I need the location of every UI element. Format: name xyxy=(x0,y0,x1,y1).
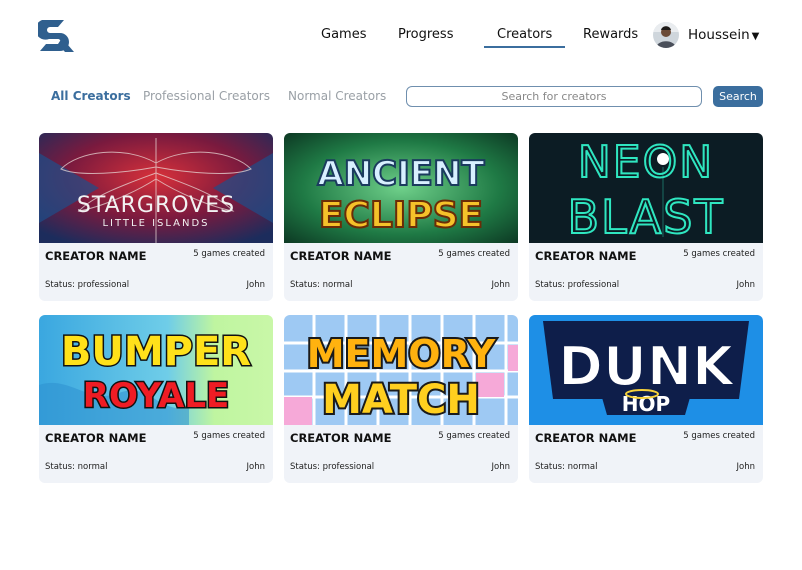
creator-card[interactable]: BUMPER ROYALE CREATOR NAME 5 games creat… xyxy=(39,315,273,483)
nav-creators[interactable]: Creators xyxy=(483,27,566,48)
creator-name: CREATOR NAME xyxy=(535,249,637,263)
top-nav: Games Progress Creators Rewards Houssein… xyxy=(0,0,802,70)
caret-down-icon: ▼ xyxy=(751,31,760,42)
games-count: 5 games created xyxy=(193,431,265,441)
filter-all-creators[interactable]: All Creators xyxy=(51,89,131,103)
creator-user: John xyxy=(246,462,265,472)
creator-user: John xyxy=(736,462,755,472)
creator-name: CREATOR NAME xyxy=(45,249,147,263)
user-avatar[interactable] xyxy=(653,22,679,48)
search-input[interactable] xyxy=(406,86,702,107)
game-subtitle: ROYALE xyxy=(83,376,229,416)
user-menu[interactable]: Houssein ▼ xyxy=(688,27,759,43)
filter-professional-creators[interactable]: Professional Creators xyxy=(143,89,270,103)
game-thumbnail: MEMORY MATCH xyxy=(284,315,518,425)
nav-games[interactable]: Games xyxy=(321,27,366,42)
creator-status: Status: professional xyxy=(45,280,130,290)
creator-card[interactable]: STARGROVES LITTLE ISLANDS CREATOR NAME 5… xyxy=(39,133,273,301)
game-title: STARGROVES xyxy=(77,193,235,218)
game-subtitle: ECLIPSE xyxy=(319,195,483,236)
creator-card[interactable]: DUNK HOP CREATOR NAME 5 games created St… xyxy=(529,315,763,483)
creator-status: Status: professional xyxy=(290,462,375,472)
creator-user: John xyxy=(246,280,265,290)
game-thumbnail: BUMPER ROYALE xyxy=(39,315,273,425)
game-title: MEMORY xyxy=(307,332,496,376)
creator-status: Status: professional xyxy=(535,280,620,290)
game-subtitle: LITTLE ISLANDS xyxy=(102,218,209,229)
games-count: 5 games created xyxy=(438,431,510,441)
games-count: 5 games created xyxy=(438,249,510,259)
creator-name: CREATOR NAME xyxy=(290,431,392,445)
game-subtitle: BLAST xyxy=(567,190,724,243)
games-count: 5 games created xyxy=(193,249,265,259)
nav-rewards[interactable]: Rewards xyxy=(583,27,638,42)
creator-card[interactable]: ANCIENT ECLIPSE CREATOR NAME 5 games cre… xyxy=(284,133,518,301)
game-thumbnail: DUNK HOP xyxy=(529,315,763,425)
game-title: DUNK xyxy=(558,335,736,398)
creator-status: Status: normal xyxy=(290,280,353,290)
nav-progress[interactable]: Progress xyxy=(398,27,453,42)
filter-normal-creators[interactable]: Normal Creators xyxy=(288,89,386,103)
creator-status: Status: normal xyxy=(45,462,108,472)
game-thumbnail: ANCIENT ECLIPSE xyxy=(284,133,518,243)
game-thumbnail: NEON BLAST xyxy=(529,133,763,243)
creator-name: CREATOR NAME xyxy=(290,249,392,263)
games-count: 5 games created xyxy=(683,431,755,441)
search-button[interactable]: Search xyxy=(713,86,763,107)
game-title: NEON xyxy=(578,137,714,188)
creator-user: John xyxy=(491,280,510,290)
game-title: ANCIENT xyxy=(317,154,485,194)
game-thumbnail: STARGROVES LITTLE ISLANDS xyxy=(39,133,273,243)
game-subtitle: MATCH xyxy=(322,377,480,423)
creator-name: CREATOR NAME xyxy=(45,431,147,445)
user-name-label: Houssein xyxy=(688,27,750,43)
creator-user: John xyxy=(736,280,755,290)
creator-user: John xyxy=(491,462,510,472)
creator-status: Status: normal xyxy=(535,462,598,472)
creator-card[interactable]: NEON BLAST CREATOR NAME 5 games created … xyxy=(529,133,763,301)
creator-card[interactable]: MEMORY MATCH CREATOR NAME 5 games create… xyxy=(284,315,518,483)
games-count: 5 games created xyxy=(683,249,755,259)
game-title: BUMPER xyxy=(61,329,251,375)
creator-name: CREATOR NAME xyxy=(535,431,637,445)
